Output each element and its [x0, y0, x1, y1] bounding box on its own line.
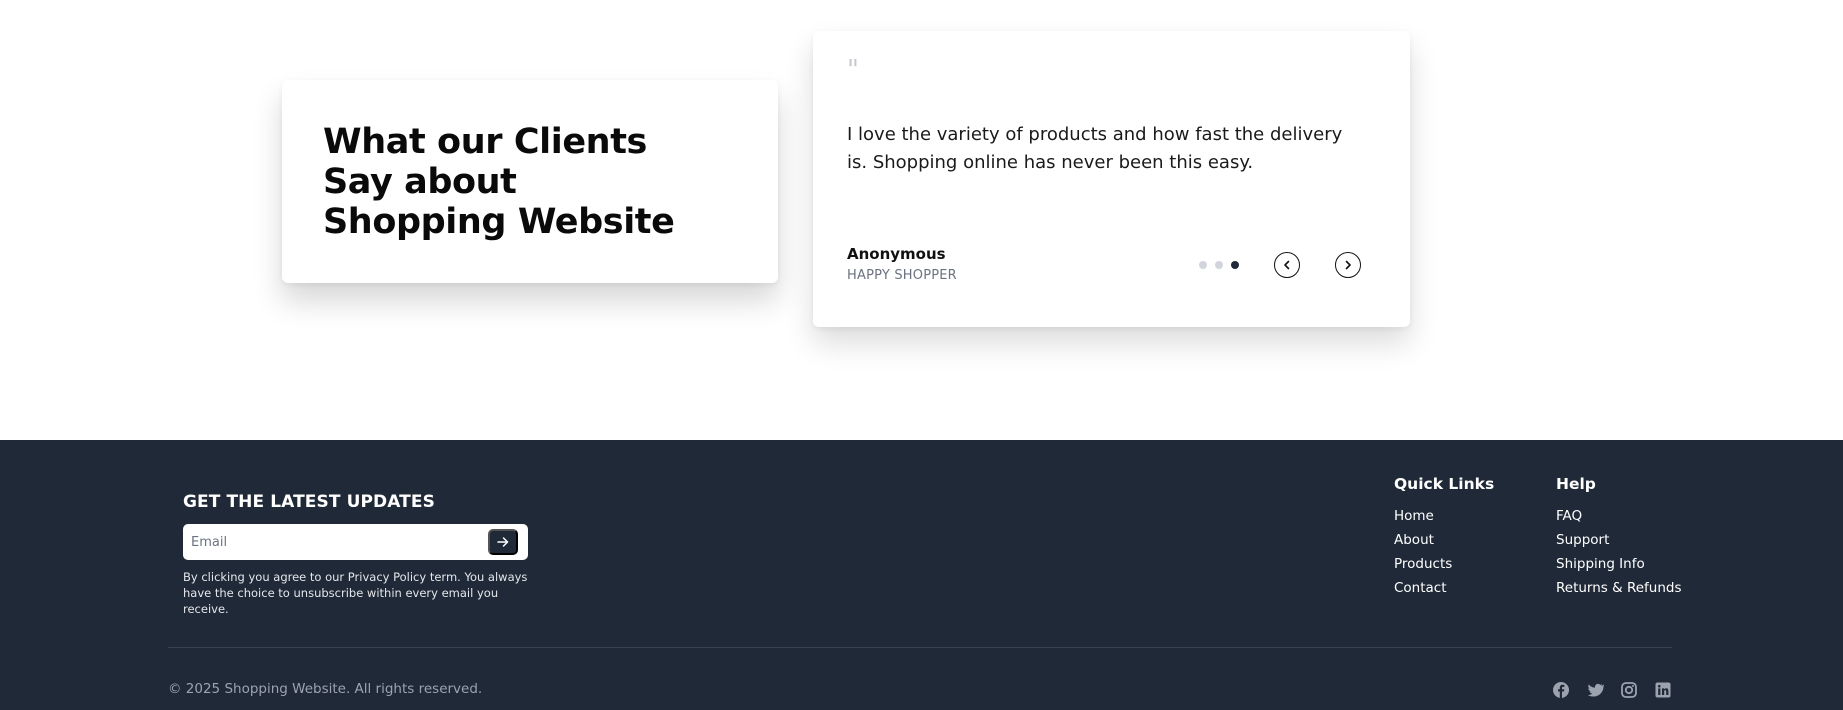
slider-dots	[1199, 261, 1239, 269]
slider-dot-1[interactable]	[1199, 261, 1207, 269]
testimonials-heading-card: What our Clients Say about Shopping Webs…	[282, 80, 778, 283]
help-links-list: FAQ Support Shipping Info Returns & Refu…	[1556, 504, 1682, 600]
newsletter-submit-button[interactable]	[488, 529, 518, 555]
previous-testimonial-button[interactable]	[1274, 252, 1300, 278]
chevron-right-icon	[1345, 260, 1351, 270]
help-title: Help	[1556, 475, 1596, 493]
footer-divider	[168, 647, 1672, 648]
footer-link-products[interactable]: Products	[1394, 556, 1452, 572]
footer-link-shipping-info[interactable]: Shipping Info	[1556, 556, 1645, 572]
slider-dot-2[interactable]	[1215, 261, 1223, 269]
testimonial-card: " I love the variety of products and how…	[813, 31, 1410, 327]
site-footer: GET THE LATEST UPDATES By clicking you a…	[0, 440, 1843, 710]
copyright-text: © 2025 Shopping Website. All rights rese…	[168, 681, 483, 697]
testimonials-section: What our Clients Say about Shopping Webs…	[0, 0, 1843, 440]
newsletter-disclaimer: By clicking you agree to our Privacy Pol…	[183, 570, 528, 616]
facebook-icon[interactable]	[1552, 681, 1570, 699]
footer-link-support[interactable]: Support	[1556, 532, 1609, 548]
footer-link-about[interactable]: About	[1394, 532, 1434, 548]
testimonial-author-role: HAPPY SHOPPER	[847, 268, 957, 283]
quote-mark-icon: "	[847, 55, 859, 85]
arrow-right-icon	[497, 537, 509, 547]
newsletter-title: GET THE LATEST UPDATES	[183, 492, 435, 512]
footer-link-contact[interactable]: Contact	[1394, 580, 1447, 596]
quick-links-title: Quick Links	[1394, 475, 1495, 493]
quick-links-list: Home About Products Contact	[1394, 504, 1452, 600]
testimonial-author: Anonymous	[847, 245, 946, 263]
slider-dot-3[interactable]	[1231, 261, 1239, 269]
next-testimonial-button[interactable]	[1335, 252, 1361, 278]
footer-link-faq[interactable]: FAQ	[1556, 508, 1582, 524]
testimonials-heading: What our Clients Say about Shopping Webs…	[323, 122, 675, 242]
twitter-icon[interactable]	[1586, 681, 1604, 699]
instagram-icon[interactable]	[1620, 681, 1638, 699]
email-input[interactable]	[191, 532, 471, 552]
footer-link-returns-refunds[interactable]: Returns & Refunds	[1556, 580, 1682, 596]
chevron-left-icon	[1284, 260, 1290, 270]
social-links	[1552, 681, 1672, 699]
newsletter-form	[183, 524, 528, 560]
linkedin-icon[interactable]	[1654, 681, 1672, 699]
testimonial-quote: I love the variety of products and how f…	[847, 124, 1343, 173]
footer-link-home[interactable]: Home	[1394, 508, 1434, 524]
